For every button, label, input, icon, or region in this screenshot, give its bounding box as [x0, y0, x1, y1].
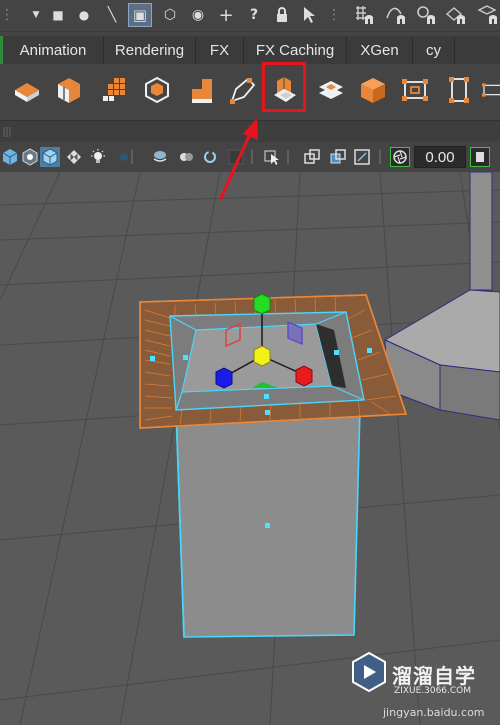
line-icon[interactable]: ╲: [100, 3, 124, 27]
grid-orange-icon[interactable]: [98, 72, 132, 108]
tab-spacer: [455, 36, 500, 64]
background-box: [383, 172, 500, 421]
layers-icon[interactable]: [314, 72, 348, 108]
3d-viewport[interactable]: [0, 172, 500, 725]
cube-wire-icon[interactable]: [20, 147, 40, 167]
camera-cursor-icon[interactable]: [262, 147, 282, 167]
snap-curve-icon[interactable]: [384, 3, 408, 27]
ring-icon[interactable]: [200, 147, 220, 167]
frame-icon[interactable]: [352, 147, 372, 167]
select-object-icon[interactable]: ■: [46, 3, 70, 27]
hierarchy-icon[interactable]: ▣: [128, 3, 152, 27]
divider-handle: ⋮: [327, 7, 341, 23]
blocks-icon[interactable]: [186, 72, 220, 108]
tab-rendering[interactable]: Rendering: [104, 36, 196, 64]
checker-icon[interactable]: [64, 147, 84, 167]
half-box-icon[interactable]: [480, 72, 500, 108]
lasso-icon[interactable]: ⬡: [158, 3, 182, 27]
cube-split-icon[interactable]: [52, 72, 86, 108]
shelf-tab-bar: Animation Rendering FX FX Caching XGen c…: [0, 36, 500, 64]
tab-cy[interactable]: cy: [413, 36, 455, 64]
highlight-frame: [262, 62, 306, 112]
overlay-blue-icon[interactable]: [328, 147, 348, 167]
divider-handle[interactable]: ⋮: [0, 3, 14, 27]
tab-fx-caching[interactable]: FX Caching: [244, 36, 347, 64]
watermark-subtitle: ZIXUE.3066.COM: [394, 686, 472, 696]
divider-icon: [284, 147, 292, 167]
aperture-icon[interactable]: [390, 147, 410, 167]
cube-outline-icon[interactable]: [140, 72, 174, 108]
panel-separator-bar: [0, 120, 500, 142]
cursor-icon[interactable]: [298, 3, 322, 27]
light-icon[interactable]: [88, 147, 108, 167]
cube-smooth-icon[interactable]: [40, 147, 60, 167]
help-icon[interactable]: ?: [242, 3, 266, 27]
watermark-url: jingyan.baidu.com: [383, 706, 485, 719]
pen-tool-icon[interactable]: [226, 72, 260, 108]
snap-point-icon[interactable]: [414, 3, 438, 27]
cube-shade-icon[interactable]: [0, 147, 20, 167]
target-icon[interactable]: ◉: [186, 3, 210, 27]
tab-fx[interactable]: FX: [196, 36, 244, 64]
plus-icon[interactable]: +: [214, 3, 238, 27]
menu-arrow-icon[interactable]: ▼: [24, 3, 48, 27]
square-dark-icon[interactable]: [226, 147, 246, 167]
divider-icon: [248, 147, 256, 167]
shelf-icons: [0, 64, 500, 116]
overlay-icon[interactable]: [302, 147, 322, 167]
status-line-toolbar: ⋮ ▼ ■ ● ╲ ▣ ⬡ ◉ + ? ⋮: [0, 0, 500, 32]
bounding-box-icon[interactable]: [398, 72, 432, 108]
tab-xgen[interactable]: XGen: [347, 36, 413, 64]
divider-icon: [128, 147, 136, 167]
viewport-scene: [0, 172, 500, 725]
annotation-arrow: [218, 172, 235, 201]
column-box-icon[interactable]: [442, 72, 476, 108]
frame-bracket-icon[interactable]: [470, 147, 490, 167]
watermark-title: 溜溜自学: [392, 664, 476, 688]
cube-orange-icon[interactable]: [356, 72, 390, 108]
tab-animation[interactable]: Animation: [0, 36, 104, 64]
plane-orange-icon[interactable]: [10, 72, 44, 108]
watermark-logo-icon: [352, 651, 386, 693]
snap-plane-icon[interactable]: [444, 3, 468, 27]
plate-icon[interactable]: [150, 147, 170, 167]
divider-icon: [376, 147, 384, 167]
double-circle-icon[interactable]: [176, 147, 196, 167]
lock-icon[interactable]: [270, 3, 294, 27]
snap-live-icon[interactable]: [476, 3, 500, 27]
snap-grid-icon[interactable]: [352, 3, 376, 27]
exposure-field[interactable]: 0.00: [414, 146, 466, 168]
select-component-icon[interactable]: ●: [72, 3, 96, 27]
column-mesh: [175, 407, 361, 638]
